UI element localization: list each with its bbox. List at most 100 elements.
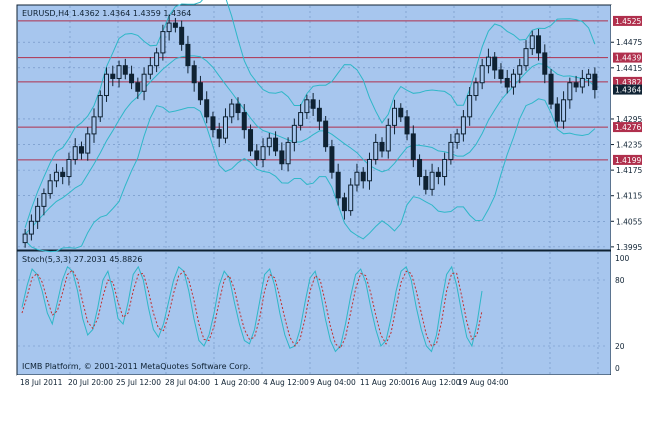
candle-body[interactable] xyxy=(586,73,592,79)
chart-svg[interactable]: 1.44751.44151.42951.42351.41751.41151.40… xyxy=(0,0,670,422)
candle-body[interactable] xyxy=(222,116,228,139)
candle-body[interactable] xyxy=(197,82,203,101)
candle-body[interactable] xyxy=(279,150,285,165)
candle-body[interactable] xyxy=(392,107,398,126)
candle-body[interactable] xyxy=(266,137,272,148)
candle-body[interactable] xyxy=(241,112,247,131)
candle-body[interactable] xyxy=(66,158,72,178)
chart-window[interactable]: 1.4475 1.4415 1.4295 1.4235 1.4175 1.4115 1.40… xyxy=(0,0,670,422)
candle-body[interactable] xyxy=(110,73,116,79)
candle-body[interactable] xyxy=(435,171,441,178)
candle-body[interactable] xyxy=(310,99,316,109)
candle-body[interactable] xyxy=(85,133,91,154)
candle-body[interactable] xyxy=(429,171,435,190)
candle-body[interactable] xyxy=(147,65,153,75)
candle-body[interactable] xyxy=(166,22,172,33)
candle-body[interactable] xyxy=(542,52,548,75)
candle-body[interactable] xyxy=(210,116,216,131)
candle-body[interactable] xyxy=(22,233,28,244)
candle-body[interactable] xyxy=(573,82,579,88)
candle-body[interactable] xyxy=(273,137,279,152)
candle-body[interactable] xyxy=(179,26,185,45)
candle-body[interactable] xyxy=(78,146,84,154)
candle-body[interactable] xyxy=(504,77,510,88)
price-level-label: 1.4199 xyxy=(615,156,641,165)
candle-body[interactable] xyxy=(454,133,460,143)
candle-body[interactable] xyxy=(285,141,291,165)
price-tick-label: 1.4235 xyxy=(616,141,642,150)
candle-body[interactable] xyxy=(116,65,122,79)
candle-body[interactable] xyxy=(204,99,210,118)
candle-body[interactable] xyxy=(492,56,498,71)
candle-body[interactable] xyxy=(141,73,147,92)
candle-body[interactable] xyxy=(498,69,504,79)
candle-body[interactable] xyxy=(460,116,466,135)
candle-body[interactable] xyxy=(104,73,110,97)
candle-body[interactable] xyxy=(122,65,128,75)
candle-body[interactable] xyxy=(561,99,567,122)
candle-body[interactable] xyxy=(548,73,554,105)
candle-body[interactable] xyxy=(160,31,166,54)
candle-body[interactable] xyxy=(97,95,103,118)
stochastic-panel[interactable] xyxy=(16,250,612,376)
candle-body[interactable] xyxy=(567,82,573,101)
candle-body[interactable] xyxy=(329,146,335,173)
candle-body[interactable] xyxy=(473,82,479,97)
candle-body[interactable] xyxy=(291,124,297,143)
candle-body[interactable] xyxy=(592,73,598,91)
candle-body[interactable] xyxy=(172,22,178,28)
candle-body[interactable] xyxy=(398,107,404,118)
candle-body[interactable] xyxy=(129,73,135,84)
candle-body[interactable] xyxy=(360,171,366,182)
candle-body[interactable] xyxy=(579,77,585,88)
candle-body[interactable] xyxy=(72,146,78,160)
candle-body[interactable] xyxy=(298,112,304,126)
candle-body[interactable] xyxy=(191,65,197,84)
candle-body[interactable] xyxy=(216,129,222,139)
candle-body[interactable] xyxy=(479,65,485,84)
candle-body[interactable] xyxy=(316,107,322,122)
candle-body[interactable] xyxy=(385,124,391,152)
candle-body[interactable] xyxy=(304,99,310,114)
candle-body[interactable] xyxy=(536,35,542,54)
candle-body[interactable] xyxy=(485,56,491,67)
time-scale-labels: 18 Jul 2011 20 Jul 20:00 25 Jul 12:00 28 Ju… xyxy=(20,378,509,387)
candle-body[interactable] xyxy=(467,95,473,118)
candle-body[interactable] xyxy=(235,103,241,114)
candle-body[interactable] xyxy=(510,73,516,88)
candle-body[interactable] xyxy=(335,171,341,199)
candle-body[interactable] xyxy=(423,176,429,190)
candle-body[interactable] xyxy=(373,141,379,160)
stoch-scale-label: 80 xyxy=(615,276,625,285)
candle-body[interactable] xyxy=(554,103,560,122)
stoch-scale-label: 100 xyxy=(615,254,630,263)
candle-body[interactable] xyxy=(417,158,423,178)
candle-body[interactable] xyxy=(260,146,266,160)
candle-body[interactable] xyxy=(35,205,41,222)
candle-body[interactable] xyxy=(229,103,235,118)
candle-body[interactable] xyxy=(254,150,260,160)
candle-body[interactable] xyxy=(60,171,66,178)
candle-body[interactable] xyxy=(28,220,34,235)
candle-body[interactable] xyxy=(91,116,97,135)
candle-body[interactable] xyxy=(341,197,347,212)
candle-body[interactable] xyxy=(348,184,354,212)
candle-body[interactable] xyxy=(448,141,454,160)
candle-body[interactable] xyxy=(135,82,141,92)
candle-body[interactable] xyxy=(354,171,360,186)
candle-body[interactable] xyxy=(379,141,385,152)
candle-body[interactable] xyxy=(529,35,535,50)
candle-body[interactable] xyxy=(410,133,416,160)
candle-body[interactable] xyxy=(248,129,254,152)
candle-body[interactable] xyxy=(41,193,47,207)
candle-body[interactable] xyxy=(53,171,59,182)
candle-body[interactable] xyxy=(185,43,191,67)
candle-body[interactable] xyxy=(517,65,523,75)
candle-body[interactable] xyxy=(404,116,410,135)
candle-body[interactable] xyxy=(523,48,529,67)
candle-body[interactable] xyxy=(47,180,53,195)
candle-body[interactable] xyxy=(154,52,160,67)
candle-body[interactable] xyxy=(442,158,448,178)
candle-body[interactable] xyxy=(366,158,372,182)
candle-body[interactable] xyxy=(323,120,329,148)
